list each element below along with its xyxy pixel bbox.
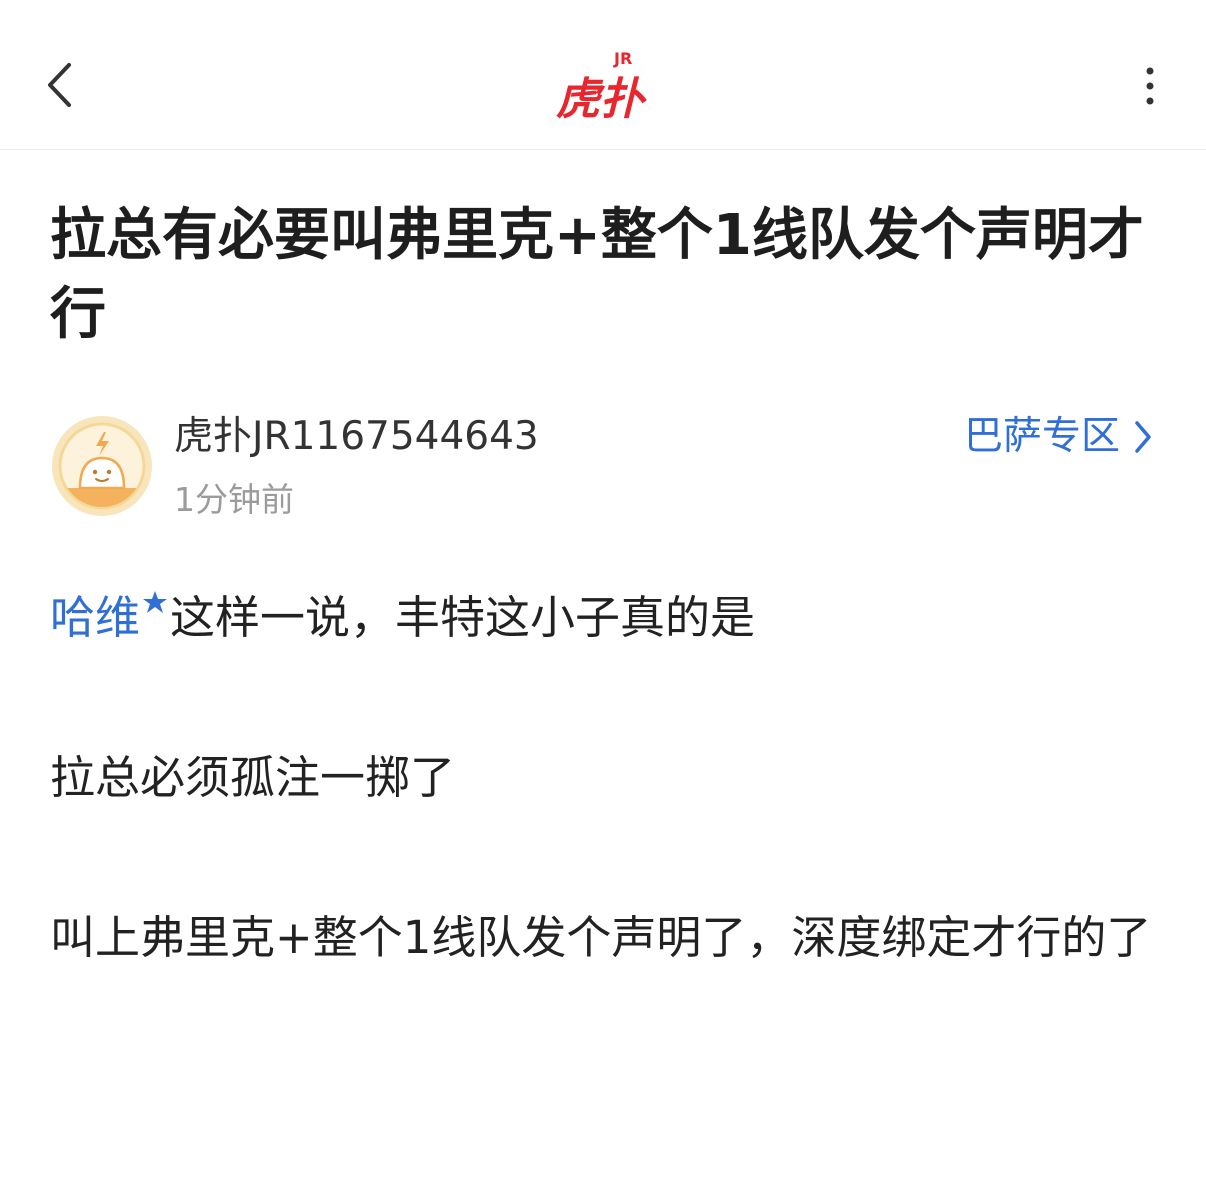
body-paragraph-3: 叫上弗里克+整个1线队发个声明了，深度绑定才行的了 <box>50 911 1152 964</box>
hupu-logo: JR 虎扑 <box>556 46 652 125</box>
mention-link[interactable]: 哈维 <box>50 591 140 644</box>
forum-link-label: 巴萨专区 <box>963 414 1120 459</box>
default-avatar-icon <box>52 416 152 516</box>
top-navigation-bar: JR 虎扑 <box>0 0 1206 150</box>
more-vertical-icon <box>1146 67 1154 105</box>
post-body: 哈维 这样一说，丰特这小子真的是 拉总必须孤注一掷了 叫上弗里克+整个1线队发个声… <box>50 578 1160 978</box>
svg-text:虎扑: 虎扑 <box>556 74 647 122</box>
svg-text:JR: JR <box>613 49 632 68</box>
forum-link-button[interactable]: 巴萨专区 <box>964 412 1152 462</box>
body-paragraph-1: 哈维 这样一说，丰特这小子真的是 <box>50 578 1160 658</box>
post-title: 拉总有必要叫弗里克+整个1线队发个声明才行 <box>50 203 1144 347</box>
more-options-button[interactable] <box>1122 58 1178 114</box>
chevron-right-icon <box>1135 421 1151 453</box>
avatar[interactable] <box>50 414 154 518</box>
back-button[interactable] <box>30 50 90 120</box>
body-paragraph-2: 拉总必须孤注一掷了 <box>50 751 456 804</box>
star-icon <box>143 591 168 613</box>
author-row: 虎扑JR1167544643 1分钟前 巴萨专区 <box>50 408 1160 528</box>
chevron-left-icon <box>48 63 71 107</box>
post-time: 1分钟前 <box>174 480 294 519</box>
body-line-1-text: 这样一说，丰特这小子真的是 <box>170 591 756 644</box>
author-name[interactable]: 虎扑JR1167544643 <box>174 412 539 462</box>
